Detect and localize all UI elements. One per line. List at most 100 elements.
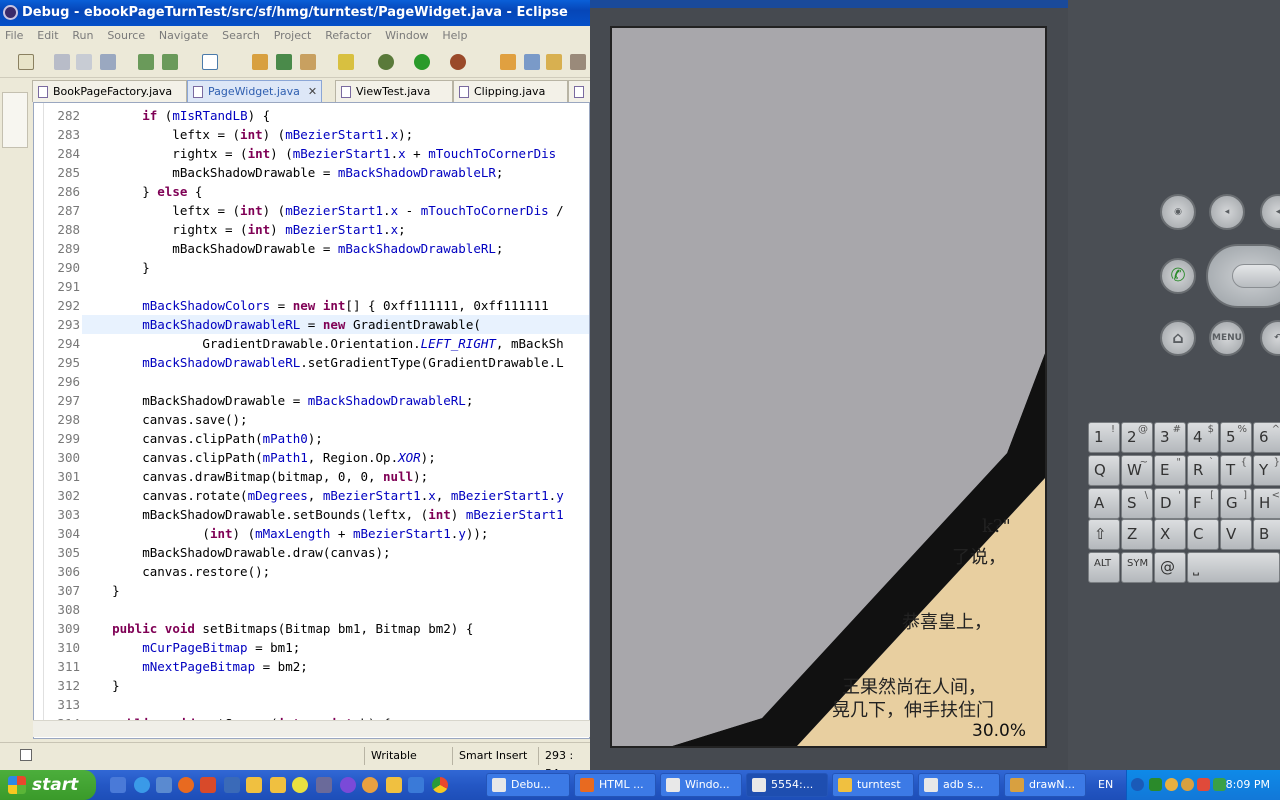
code-line[interactable]: (int) (mMaxLength + mBezierStart1.y)); — [82, 524, 488, 543]
close-icon[interactable]: ✕ — [308, 85, 317, 98]
quicklaunch-icon[interactable] — [156, 777, 172, 793]
tab-clipping[interactable]: Clipping.java — [453, 80, 568, 102]
code-line[interactable]: mBackShadowDrawable = mBackShadowDrawabl… — [82, 163, 503, 182]
task-window[interactable]: Windo... — [660, 773, 742, 797]
tray-shield-icon[interactable] — [1213, 778, 1226, 791]
task-emulator-5554[interactable]: 5554:... — [746, 773, 828, 797]
tray-icon[interactable] — [1197, 778, 1210, 791]
key-5[interactable]: 5% — [1220, 422, 1252, 453]
quicklaunch-icon[interactable] — [386, 777, 402, 793]
task-drawn[interactable]: drawN... — [1004, 773, 1086, 797]
tray-icon[interactable] — [1149, 778, 1162, 791]
code-line[interactable]: canvas.rotate(mDegrees, mBezierStart1.x,… — [82, 486, 564, 505]
menu-file[interactable]: File — [0, 26, 28, 46]
code-line[interactable]: if (mIsRTandLB) { — [82, 106, 270, 125]
new-class-icon[interactable] — [300, 54, 316, 70]
quicklaunch-icon[interactable] — [200, 777, 216, 793]
key-z[interactable]: Z — [1121, 519, 1153, 550]
chrome-icon[interactable] — [432, 777, 448, 793]
save-icon[interactable] — [54, 54, 70, 70]
key-4[interactable]: 4 $ — [1187, 422, 1219, 453]
shift-key[interactable]: ⇧ — [1088, 519, 1120, 550]
new-package-icon[interactable] — [276, 54, 292, 70]
home-icon[interactable]: ⌂ — [1160, 320, 1196, 356]
menu-run[interactable]: Run — [67, 26, 98, 46]
code-line[interactable]: mBackShadowDrawableRL = new GradientDraw… — [82, 315, 589, 334]
tab-pagewidget[interactable]: PageWidget.java ✕ — [187, 80, 322, 102]
fast-view-icon[interactable] — [20, 749, 32, 761]
space-key[interactable]: ⎵ — [1187, 552, 1280, 583]
volume-up-icon[interactable]: ◂ — [1260, 194, 1280, 230]
code-line[interactable]: leftx = (int) (mBezierStart1.x - mTouchT… — [82, 201, 563, 220]
key-c[interactable]: C — [1187, 519, 1219, 550]
print-icon[interactable] — [100, 54, 116, 70]
minimized-views-strip[interactable] — [2, 92, 28, 148]
checkbox-task-icon[interactable] — [202, 54, 218, 70]
emulator-screen[interactable]: k?" 了说， 恭喜皇上， 王果然尚在人间， 晃几下，伸手扶住门 30.0% — [610, 26, 1047, 748]
menu-help[interactable]: Help — [437, 26, 472, 46]
code-line[interactable]: canvas.clipPath(mPath1, Region.Op.XOR); — [82, 448, 436, 467]
menu-refactor[interactable]: Refactor — [320, 26, 376, 46]
key-6[interactable]: 6 ^ — [1253, 422, 1280, 453]
clock[interactable]: 8:09 PM — [1226, 770, 1270, 800]
pin-icon[interactable] — [570, 54, 586, 70]
key-b[interactable]: B — [1253, 519, 1280, 550]
menu-edit[interactable]: Edit — [32, 26, 63, 46]
key-h[interactable]: H < — [1253, 488, 1280, 519]
forward-icon[interactable] — [546, 54, 562, 70]
menu-window[interactable]: Window — [380, 26, 433, 46]
key-g[interactable]: G] — [1220, 488, 1252, 519]
code-line[interactable]: } — [82, 676, 120, 695]
dpad[interactable] — [1206, 244, 1280, 308]
open-folder-icon[interactable] — [338, 54, 354, 70]
tab-bookpagefactory[interactable]: BookPageFactory.java — [32, 80, 187, 102]
key-y[interactable]: Y} — [1253, 455, 1280, 486]
task-eclipse-debug[interactable]: Debu... — [486, 773, 570, 797]
task-html[interactable]: HTML ... — [574, 773, 656, 797]
search-folder-icon[interactable] — [500, 54, 516, 70]
key-f[interactable]: F[ — [1187, 488, 1219, 519]
tab-overflow[interactable] — [568, 80, 590, 102]
menu-navigate[interactable]: Navigate — [154, 26, 213, 46]
key-w[interactable]: W ~ — [1121, 455, 1153, 486]
quicklaunch-icon[interactable] — [408, 777, 424, 793]
key-2[interactable]: 2 @ — [1121, 422, 1153, 453]
key-r[interactable]: R ` — [1187, 455, 1219, 486]
code-line[interactable]: mCurPageBitmap = bm1; — [82, 638, 300, 657]
code-line[interactable]: leftx = (int) (mBezierStart1.x); — [82, 125, 413, 144]
ie-icon[interactable] — [134, 777, 150, 793]
code-line[interactable]: mBackShadowDrawable.draw(canvas); — [82, 543, 390, 562]
key-3[interactable]: 3 # — [1154, 422, 1186, 453]
show-desktop-icon[interactable] — [110, 777, 126, 793]
new-icon[interactable] — [18, 54, 34, 70]
back-icon[interactable]: ↶ — [1260, 320, 1280, 356]
qq-icon[interactable] — [362, 777, 378, 793]
open-type-icon[interactable] — [252, 54, 268, 70]
save-all-icon[interactable] — [76, 54, 92, 70]
tray-qq-icon[interactable] — [1165, 778, 1178, 791]
quicklaunch-icon[interactable] — [316, 777, 332, 793]
folder-icon[interactable] — [270, 777, 286, 793]
key-s[interactable]: S \ — [1121, 488, 1153, 519]
code-line[interactable]: } else { — [82, 182, 202, 201]
code-line[interactable]: } — [82, 258, 150, 277]
code-line[interactable]: rightx = (int) mBezierStart1.x; — [82, 220, 405, 239]
key-q[interactable]: Q — [1088, 455, 1120, 486]
code-line[interactable]: canvas.save(); — [82, 410, 247, 429]
run-icon[interactable] — [414, 54, 430, 70]
task-adb-shell[interactable]: adb s... — [918, 773, 1000, 797]
key-d[interactable]: D ' — [1154, 488, 1186, 519]
debug-step-icon[interactable] — [138, 54, 154, 70]
key-1[interactable]: 1! — [1088, 422, 1120, 453]
key-e[interactable]: E " — [1154, 455, 1186, 486]
dpad-center-button[interactable] — [1232, 264, 1280, 288]
start-button[interactable]: start — [0, 770, 96, 800]
code-line[interactable]: rightx = (int) (mBezierStart1.x + mTouch… — [82, 144, 556, 163]
language-indicator[interactable]: EN — [1098, 770, 1113, 800]
code-line[interactable]: mBackShadowColors = new int[] { 0xff1111… — [82, 296, 548, 315]
task-turntest[interactable]: turntest — [832, 773, 914, 797]
firefox-icon[interactable] — [178, 777, 194, 793]
key-v[interactable]: V — [1220, 519, 1252, 550]
menu-source[interactable]: Source — [102, 26, 150, 46]
quicklaunch-icon[interactable] — [340, 777, 356, 793]
